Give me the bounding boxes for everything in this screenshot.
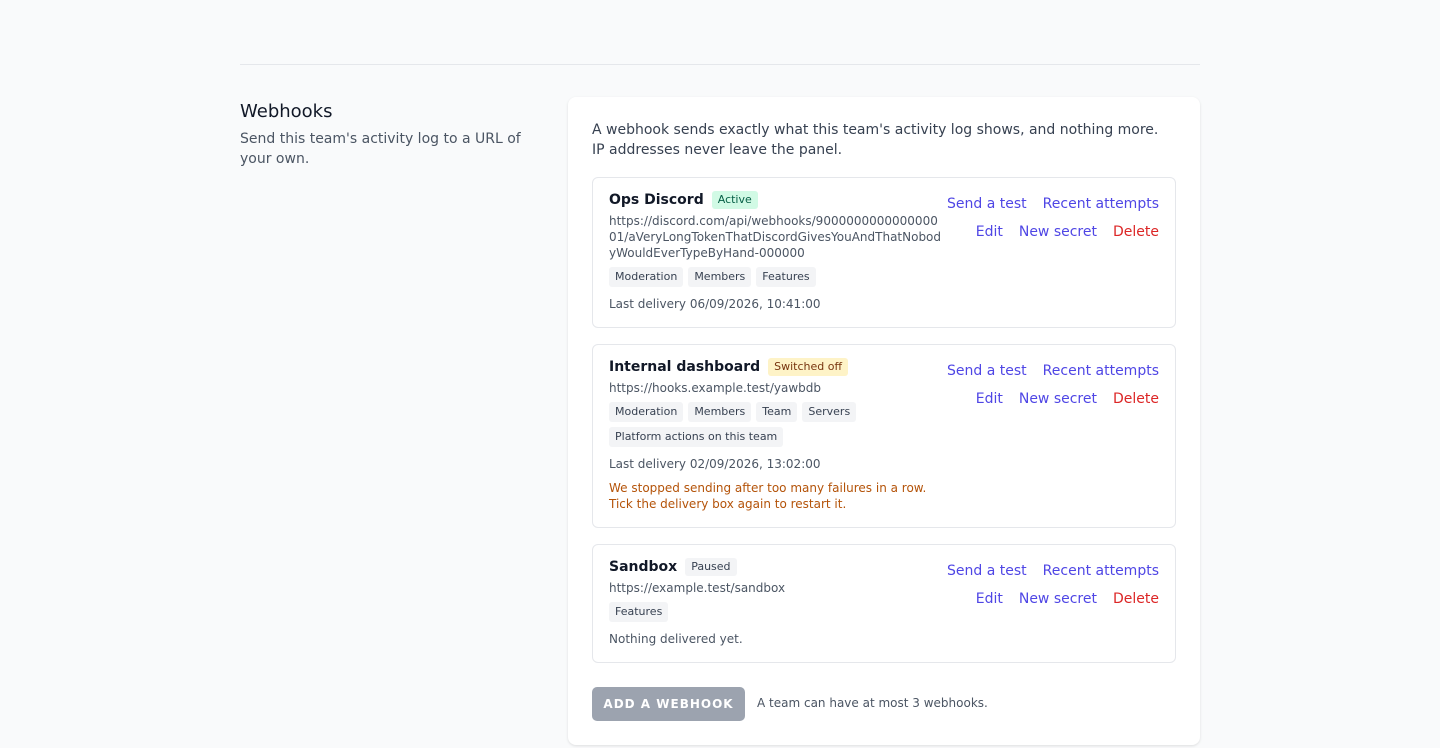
event-tag: Members <box>688 267 752 287</box>
webhook-card: Sandbox Paused https://example.test/sand… <box>592 544 1176 663</box>
event-tag: Servers <box>802 402 857 422</box>
event-tag: Moderation <box>609 402 684 422</box>
webhook-actions: Send a test Recent attempts Edit New sec… <box>939 194 1159 250</box>
failure-warning: We stopped sending after too many failur… <box>609 481 927 511</box>
event-tags: Moderation Members Team Servers Platform… <box>609 402 945 452</box>
event-tag: Features <box>756 267 816 287</box>
edit-link[interactable]: Edit <box>976 222 1003 242</box>
event-tag: Members <box>688 402 752 422</box>
webhook-name: Ops Discord <box>609 192 704 208</box>
edit-link[interactable]: Edit <box>976 589 1003 609</box>
send-test-link[interactable]: Send a test <box>947 361 1027 381</box>
new-secret-link[interactable]: New secret <box>1019 389 1097 409</box>
webhook-limit-note: A team can have at most 3 webhooks. <box>757 696 988 710</box>
edit-link[interactable]: Edit <box>976 389 1003 409</box>
webhooks-panel: A webhook sends exactly what this team's… <box>568 97 1200 745</box>
last-delivery: Last delivery 02/09/2026, 13:02:00 <box>609 457 821 471</box>
section-title: Webhooks <box>240 101 333 122</box>
recent-attempts-link[interactable]: Recent attempts <box>1043 361 1159 381</box>
recent-attempts-link[interactable]: Recent attempts <box>1043 561 1159 581</box>
webhook-info: Ops Discord Active https://discord.com/a… <box>609 190 945 312</box>
event-tag: Features <box>609 602 669 622</box>
webhook-name: Internal dashboard <box>609 359 761 375</box>
status-badge: Switched off <box>768 358 849 376</box>
webhook-name: Sandbox <box>609 559 678 575</box>
last-delivery: Nothing delivered yet. <box>609 632 743 646</box>
event-tag: Moderation <box>609 267 684 287</box>
new-secret-link[interactable]: New secret <box>1019 589 1097 609</box>
webhook-actions: Send a test Recent attempts Edit New sec… <box>939 561 1159 617</box>
delete-link[interactable]: Delete <box>1113 222 1159 242</box>
event-tag: Platform actions on this team <box>609 427 784 447</box>
section-description: Send this team's activity log to a URL o… <box>240 131 521 167</box>
webhook-url: https://discord.com/api/webhooks/9000000… <box>609 214 942 260</box>
section-intro: Webhooks Send this team's activity log t… <box>240 100 550 169</box>
event-tag: Team <box>756 402 798 422</box>
webhook-card: Internal dashboard Switched off https://… <box>592 344 1176 528</box>
webhook-actions: Send a test Recent attempts Edit New sec… <box>939 361 1159 417</box>
panel-intro: A webhook sends exactly what this team's… <box>592 122 1159 158</box>
delete-link[interactable]: Delete <box>1113 389 1159 409</box>
webhook-url: https://hooks.example.test/yawbdb <box>609 381 821 395</box>
webhook-info: Internal dashboard Switched off https://… <box>609 357 945 512</box>
webhook-url: https://example.test/sandbox <box>609 581 786 595</box>
status-badge: Active <box>711 191 758 209</box>
top-divider <box>240 64 1200 65</box>
send-test-link[interactable]: Send a test <box>947 561 1027 581</box>
event-tags: Features <box>609 602 945 627</box>
new-secret-link[interactable]: New secret <box>1019 222 1097 242</box>
webhook-info: Sandbox Paused https://example.test/sand… <box>609 557 945 647</box>
recent-attempts-link[interactable]: Recent attempts <box>1043 194 1159 214</box>
add-webhook-button[interactable]: ADD A WEBHOOK <box>592 687 745 721</box>
last-delivery: Last delivery 06/09/2026, 10:41:00 <box>609 297 821 311</box>
event-tags: Moderation Members Features <box>609 267 945 292</box>
delete-link[interactable]: Delete <box>1113 589 1159 609</box>
status-badge: Paused <box>685 558 737 576</box>
webhook-card: Ops Discord Active https://discord.com/a… <box>592 177 1176 328</box>
send-test-link[interactable]: Send a test <box>947 194 1027 214</box>
